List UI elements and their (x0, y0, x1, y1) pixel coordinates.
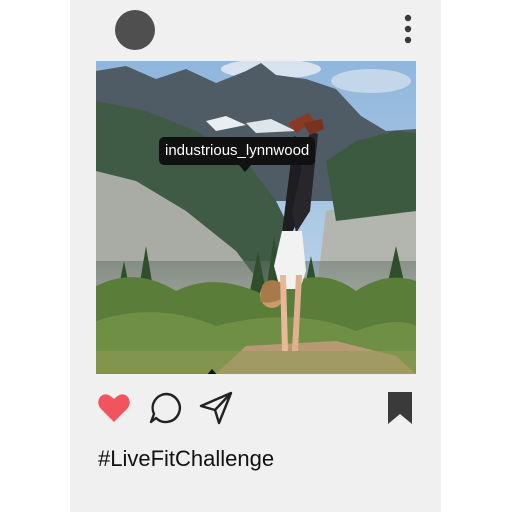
post-caption[interactable]: #LiveFitChallenge (98, 446, 274, 472)
user-tag-label: industrious_lynnwood (165, 142, 310, 159)
post-photo[interactable]: industrious_lynnwood workhardlivefit (96, 61, 416, 374)
comment-icon[interactable] (148, 390, 184, 426)
user-tag-industrious-lynnwood[interactable]: industrious_lynnwood (159, 137, 316, 172)
more-options-icon[interactable] (397, 14, 419, 46)
avatar[interactable] (115, 10, 155, 50)
heart-icon[interactable] (96, 390, 132, 426)
post-card: industrious_lynnwood workhardlivefit (70, 0, 441, 512)
bookmark-icon[interactable] (382, 390, 418, 426)
send-icon[interactable] (198, 390, 234, 426)
